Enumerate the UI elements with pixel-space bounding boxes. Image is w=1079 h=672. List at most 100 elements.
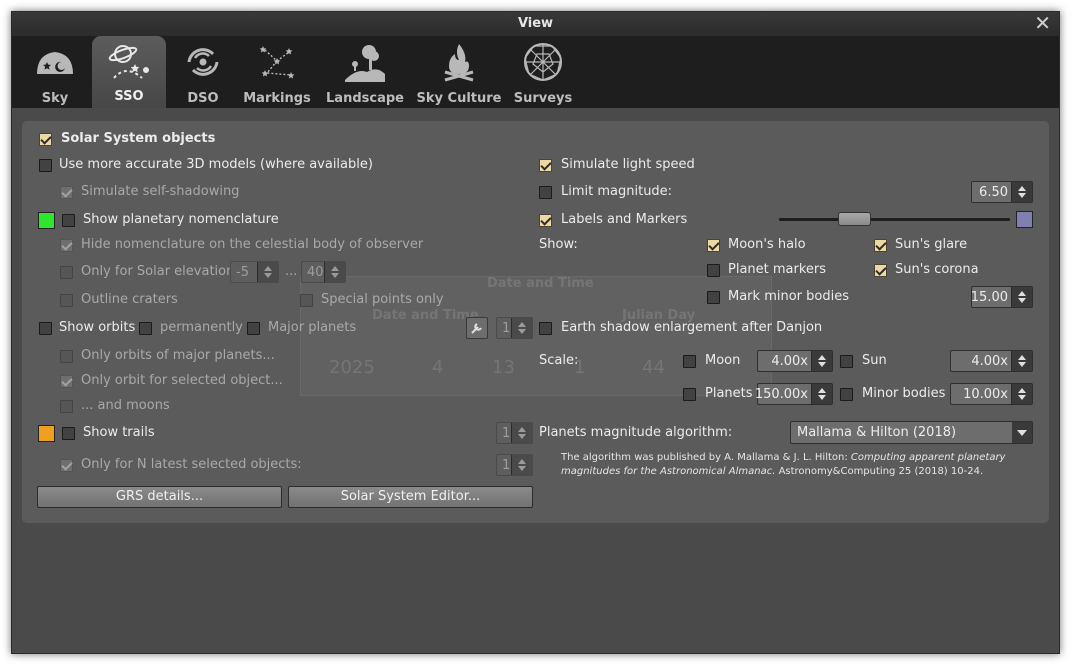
trails-color-swatch[interactable] [38, 425, 55, 442]
show-trails-checkbox[interactable] [62, 427, 75, 440]
limit-magnitude-spinbox[interactable]: 6.50 [971, 181, 1033, 203]
chevron-down-icon[interactable] [1012, 422, 1032, 443]
spin-arrows-icon[interactable] [1011, 351, 1032, 371]
tab-bar: Sky SSO DSO Markings Landscape Sky Cultu… [12, 36, 1059, 108]
solar-elevation-min-spinbox[interactable]: -5 [230, 261, 279, 283]
minor-bodies-checkbox[interactable] [707, 291, 720, 304]
accurate-3d-models-checkbox[interactable] [39, 159, 52, 172]
solar-elevation-checkbox[interactable] [60, 266, 73, 279]
title-bar[interactable]: View ✕ [12, 12, 1059, 36]
light-speed-checkbox[interactable] [539, 159, 552, 172]
sso-icon [108, 45, 149, 79]
self-shadowing-checkbox[interactable] [60, 186, 73, 199]
tab-sky-culture[interactable]: Sky Culture [417, 36, 501, 108]
solar-system-objects-checkbox[interactable] [39, 133, 52, 146]
spin-arrows-icon[interactable] [811, 384, 832, 404]
campfire-icon [444, 44, 474, 82]
minor-bodies-value: 15.00 [970, 290, 1008, 305]
solar-elevation-separator: ... [285, 264, 298, 279]
constellation-icon [259, 46, 295, 79]
and-moons-checkbox[interactable] [60, 400, 73, 413]
close-icon[interactable]: ✕ [1034, 12, 1051, 34]
spin-arrows-icon[interactable] [257, 262, 278, 282]
spin-arrows-icon[interactable] [811, 351, 832, 371]
light-speed-label: Simulate light speed [561, 157, 695, 172]
scale-planets-value: 150.00x [754, 387, 808, 402]
latest-selected-value: 1 [502, 458, 511, 473]
labels-markers-checkbox[interactable] [539, 214, 552, 227]
spin-arrows-icon[interactable] [511, 423, 532, 443]
hide-nomenclature-checkbox[interactable] [60, 239, 73, 252]
scale-sun-checkbox[interactable] [840, 355, 853, 368]
scale-sun-spinbox[interactable]: 4.00x [950, 350, 1033, 372]
labels-color-swatch[interactable] [1016, 211, 1033, 228]
trails-thickness-spinbox[interactable]: 1 [496, 422, 533, 444]
scale-moon-spinbox[interactable]: 4.00x [757, 350, 833, 372]
limit-magnitude-value: 6.50 [979, 185, 1008, 200]
latest-selected-spinbox[interactable]: 1 [496, 454, 533, 476]
scale-moon-label: Moon [705, 353, 741, 368]
spin-arrows-icon[interactable] [511, 455, 532, 475]
spin-arrows-icon[interactable] [324, 262, 345, 282]
spin-arrows-icon[interactable] [1011, 287, 1032, 307]
orbits-major-planets-checkbox[interactable] [247, 322, 260, 335]
algorithm-description-a: The algorithm was published by A. Mallam… [561, 452, 851, 463]
scale-planets-spinbox[interactable]: 150.00x [754, 383, 833, 405]
background-year: 2025 [329, 357, 375, 378]
landscape-icon [345, 45, 385, 82]
spin-arrows-icon[interactable] [511, 318, 532, 338]
planet-markers-checkbox[interactable] [707, 264, 720, 277]
spin-arrows-icon[interactable] [1011, 182, 1032, 202]
suns-glare-checkbox[interactable] [874, 239, 887, 252]
scale-minor-bodies-checkbox[interactable] [840, 388, 853, 401]
moons-halo-checkbox[interactable] [707, 239, 720, 252]
labels-slider-track[interactable] [779, 218, 1010, 221]
labels-slider-handle[interactable] [838, 212, 871, 226]
solar-elevation-max-spinbox[interactable]: 40 [301, 261, 346, 283]
solar-system-editor-button[interactable]: Solar System Editor... [288, 486, 533, 508]
earth-shadow-checkbox[interactable] [539, 322, 552, 335]
scale-sun-value: 4.00x [971, 354, 1008, 369]
grs-details-button[interactable]: GRS details... [37, 486, 282, 508]
magnitude-algorithm-select[interactable]: Mallama & Hilton (2018) [790, 421, 1033, 444]
orbit-thickness-spinbox[interactable]: 1 [496, 317, 533, 339]
show-orbits-checkbox[interactable] [39, 322, 52, 335]
tab-surveys[interactable]: Surveys [506, 36, 580, 108]
orbits-major-only-label: Only orbits of major planets... [81, 348, 275, 363]
orbit-selected-label: Only orbit for selected object... [81, 373, 283, 388]
scale-moon-value: 4.00x [771, 354, 808, 369]
algorithm-description: The algorithm was published by A. Mallam… [561, 451, 1031, 479]
orbit-selected-checkbox[interactable] [60, 375, 73, 388]
planet-markers-label: Planet markers [728, 262, 827, 277]
special-points-checkbox[interactable] [300, 294, 313, 307]
nomenclature-checkbox[interactable] [62, 214, 75, 227]
background-minute: 44 [642, 357, 665, 378]
scale-minor-bodies-value: 10.00x [963, 387, 1008, 402]
outline-craters-checkbox[interactable] [60, 294, 73, 307]
tab-landscape[interactable]: Landscape [326, 36, 404, 108]
spin-arrows-icon[interactable] [1011, 384, 1032, 404]
magnitude-algorithm-value: Mallama & Hilton (2018) [797, 425, 957, 440]
accurate-3d-models-label: Use more accurate 3D models (where avail… [59, 157, 373, 172]
window-title: View [517, 16, 554, 31]
nomenclature-color-swatch[interactable] [38, 212, 55, 229]
tab-markings[interactable]: Markings [240, 36, 314, 108]
orbits-major-only-checkbox[interactable] [60, 350, 73, 363]
and-moons-label: ... and moons [81, 398, 170, 413]
scale-minor-bodies-spinbox[interactable]: 10.00x [950, 383, 1033, 405]
orbits-permanently-checkbox[interactable] [139, 322, 152, 335]
wrench-icon[interactable] [466, 317, 488, 339]
scale-moon-checkbox[interactable] [683, 355, 696, 368]
tab-surveys-label: Surveys [513, 91, 573, 106]
outline-craters-label: Outline craters [81, 292, 178, 307]
latest-selected-checkbox[interactable] [60, 459, 73, 472]
labels-markers-label: Labels and Markers [561, 212, 688, 227]
show-orbits-label: Show orbits [59, 320, 136, 335]
limit-magnitude-checkbox[interactable] [539, 186, 552, 199]
suns-corona-checkbox[interactable] [874, 264, 887, 277]
suns-corona-label: Sun's corona [895, 262, 979, 277]
orbit-thickness-value: 1 [502, 321, 511, 336]
scale-minor-bodies-label: Minor bodies [862, 386, 946, 401]
minor-bodies-spinbox[interactable]: 15.00 [971, 286, 1033, 308]
scale-planets-checkbox[interactable] [683, 388, 696, 401]
